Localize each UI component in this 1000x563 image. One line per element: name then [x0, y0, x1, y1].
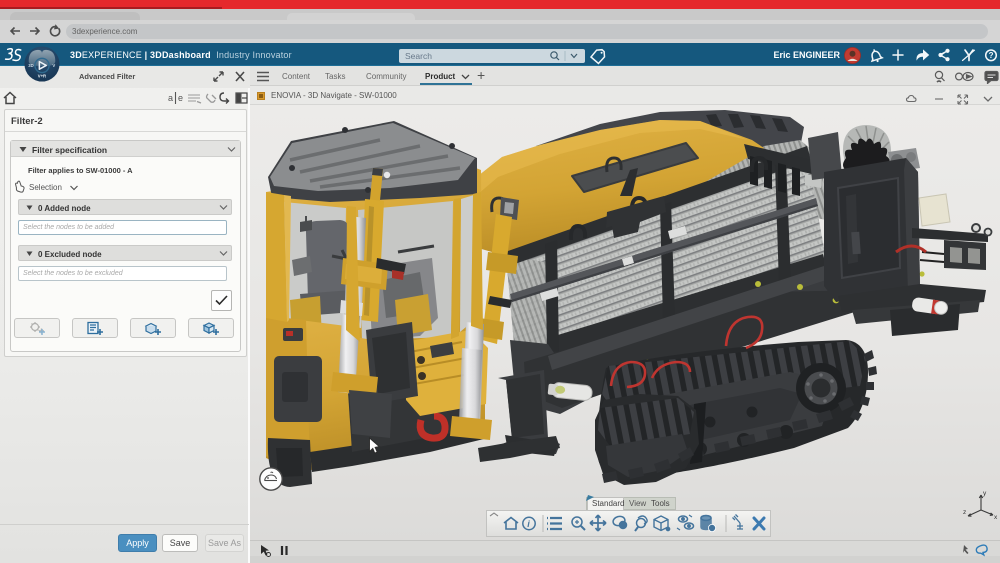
svg-text:e: e [178, 93, 183, 103]
svg-text:x: x [994, 514, 998, 521]
svg-text:V+R: V+R [38, 73, 46, 78]
svg-text:y: y [983, 490, 987, 497]
svg-text:3D: 3D [28, 63, 33, 68]
svg-text:z: z [963, 509, 966, 516]
svg-text:V: V [52, 63, 55, 68]
svg-text:i: i [527, 519, 530, 529]
svg-text:a: a [168, 93, 173, 103]
svg-text:?: ? [989, 51, 994, 60]
